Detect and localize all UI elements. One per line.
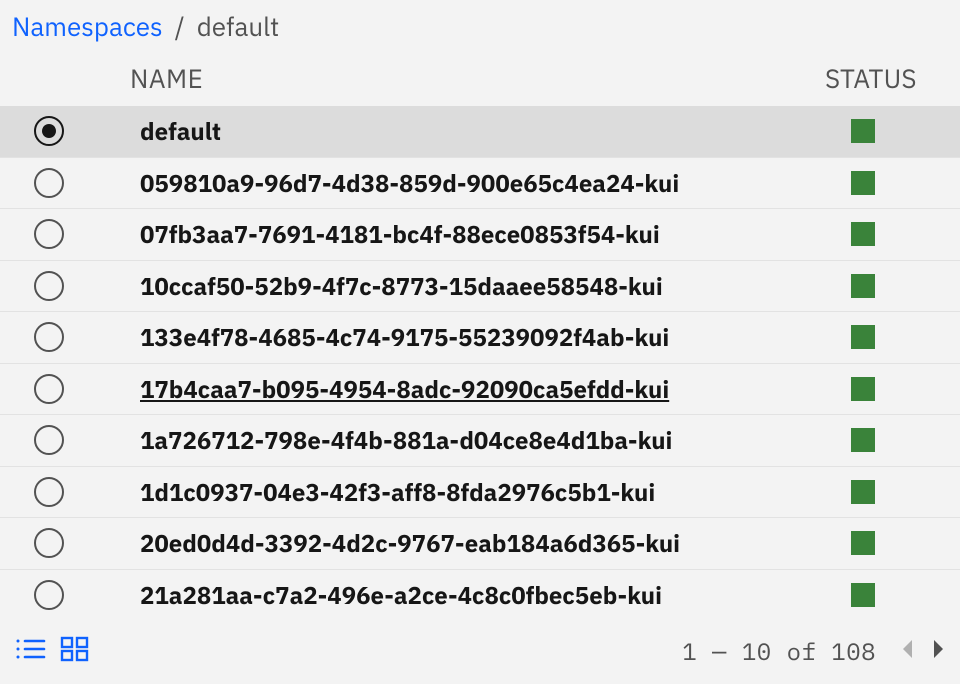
radio-button[interactable] — [34, 219, 64, 249]
breadcrumb-current: default — [197, 10, 280, 44]
status-cell — [825, 428, 960, 452]
radio-cell — [10, 168, 140, 198]
status-indicator-icon — [851, 274, 875, 298]
table-header: NAME STATUS — [0, 56, 960, 106]
breadcrumb: Namespaces / default — [0, 0, 960, 56]
table-body: default 059810a9-96d7-4d38-859d-900e65c4e… — [0, 106, 960, 621]
radio-cell — [10, 425, 140, 455]
status-indicator-icon — [851, 531, 875, 555]
status-indicator-icon — [851, 119, 875, 143]
radio-button[interactable] — [34, 322, 64, 352]
table-footer: 1 — 10 of 108 — [0, 621, 960, 681]
radio-button[interactable] — [34, 374, 64, 404]
status-indicator-icon — [851, 325, 875, 349]
namespace-name[interactable]: 1a726712-798e-4f4b-881a-d04ce8e4d1ba-kui — [140, 424, 825, 456]
pagination-end: 10 — [742, 635, 772, 667]
namespace-name[interactable]: 17b4caa7-b095-4954-8adc-92090ca5efdd-kui — [140, 373, 825, 405]
radio-button[interactable] — [34, 425, 64, 455]
table-row[interactable]: 1d1c0937-04e3-42f3-aff8-8fda2976c5b1-kui — [0, 467, 960, 519]
radio-cell — [10, 116, 140, 146]
radio-button[interactable] — [34, 528, 64, 558]
view-toggle-group — [14, 635, 90, 668]
status-cell — [825, 171, 960, 195]
table-row[interactable]: default — [0, 106, 960, 158]
namespace-table: NAME STATUS default 059810a9-96d7-4d38-85… — [0, 56, 960, 621]
status-cell — [825, 119, 960, 143]
radio-button[interactable] — [34, 168, 64, 198]
status-cell — [825, 583, 960, 607]
pagination-total: 108 — [831, 635, 876, 667]
table-row[interactable]: 133e4f78-4685-4c74-9175-55239092f4ab-kui — [0, 312, 960, 364]
namespace-name[interactable]: 1d1c0937-04e3-42f3-aff8-8fda2976c5b1-kui — [140, 476, 825, 508]
namespace-name[interactable]: 21a281aa-c7a2-496e-a2ce-4c8c0fbec5eb-kui — [140, 579, 825, 611]
pagination-start: 1 — [682, 635, 697, 667]
table-row[interactable]: 20ed0d4d-3392-4d2c-9767-eab184a6d365-kui — [0, 518, 960, 570]
table-row[interactable]: 1a726712-798e-4f4b-881a-d04ce8e4d1ba-kui — [0, 415, 960, 467]
table-row[interactable]: 10ccaf50-52b9-4f7c-8773-15daaee58548-kui — [0, 261, 960, 313]
status-indicator-icon — [851, 428, 875, 452]
radio-cell — [10, 271, 140, 301]
table-row[interactable]: 21a281aa-c7a2-496e-a2ce-4c8c0fbec5eb-kui — [0, 570, 960, 622]
status-indicator-icon — [851, 583, 875, 607]
status-cell — [825, 222, 960, 246]
status-indicator-icon — [851, 377, 875, 401]
status-cell — [825, 274, 960, 298]
radio-cell — [10, 219, 140, 249]
pagination-range: 1 — 10 of 108 — [682, 635, 876, 667]
radio-cell — [10, 322, 140, 352]
table-row[interactable]: 17b4caa7-b095-4954-8adc-92090ca5efdd-kui — [0, 364, 960, 416]
column-header-status[interactable]: STATUS — [825, 62, 960, 96]
radio-cell — [10, 477, 140, 507]
grid-view-icon[interactable] — [60, 635, 90, 668]
pagination: 1 — 10 of 108 — [682, 635, 946, 667]
radio-button[interactable] — [34, 477, 64, 507]
status-cell — [825, 480, 960, 504]
pagination-dash: — — [712, 635, 727, 667]
status-indicator-icon — [851, 222, 875, 246]
list-view-icon[interactable] — [14, 635, 46, 668]
breadcrumb-separator: / — [175, 10, 185, 44]
breadcrumb-root-link[interactable]: Namespaces — [12, 10, 163, 44]
namespace-name[interactable]: 133e4f78-4685-4c74-9175-55239092f4ab-kui — [140, 321, 825, 353]
table-row[interactable]: 07fb3aa7-7691-4181-bc4f-88ece0853f54-kui — [0, 209, 960, 261]
radio-button[interactable] — [34, 580, 64, 610]
pagination-prev-button[interactable] — [900, 635, 914, 667]
radio-cell — [10, 528, 140, 558]
table-row[interactable]: 059810a9-96d7-4d38-859d-900e65c4ea24-kui — [0, 158, 960, 210]
pagination-next-button[interactable] — [932, 635, 946, 667]
status-cell — [825, 325, 960, 349]
status-cell — [825, 531, 960, 555]
radio-cell — [10, 374, 140, 404]
radio-cell — [10, 580, 140, 610]
namespace-name[interactable]: 20ed0d4d-3392-4d2c-9767-eab184a6d365-kui — [140, 527, 825, 559]
namespace-name[interactable]: default — [140, 115, 825, 147]
status-indicator-icon — [851, 171, 875, 195]
pagination-arrows — [900, 635, 946, 667]
radio-button[interactable] — [34, 116, 64, 146]
column-header-name[interactable]: NAME — [130, 62, 825, 96]
namespace-name[interactable]: 10ccaf50-52b9-4f7c-8773-15daaee58548-kui — [140, 270, 825, 302]
namespace-name[interactable]: 059810a9-96d7-4d38-859d-900e65c4ea24-kui — [140, 167, 825, 199]
pagination-of-label: of — [787, 635, 817, 667]
status-indicator-icon — [851, 480, 875, 504]
status-cell — [825, 377, 960, 401]
radio-button[interactable] — [34, 271, 64, 301]
namespace-name[interactable]: 07fb3aa7-7691-4181-bc4f-88ece0853f54-kui — [140, 218, 825, 250]
